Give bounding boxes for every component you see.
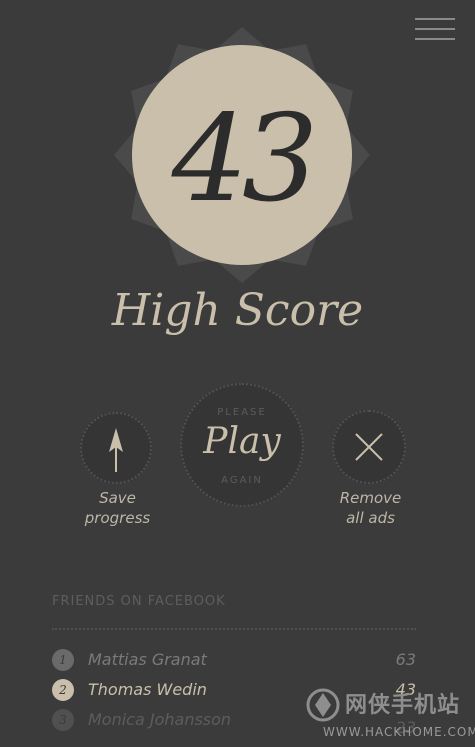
score-badge: 43 bbox=[0, 0, 475, 300]
save-progress-label: Save progress bbox=[60, 488, 175, 528]
friends-section-title: FRIENDS ON FACEBOOK bbox=[52, 594, 226, 609]
high-score-title: High Score bbox=[111, 285, 364, 336]
save-progress-button[interactable] bbox=[80, 412, 152, 484]
watermark: 网侠手机站 WWW.HACKHOME.COM bbox=[305, 685, 475, 747]
arrow-up-icon bbox=[109, 428, 123, 472]
save-label-line1: Save bbox=[99, 489, 136, 507]
remove-label-line1: Remove bbox=[339, 489, 402, 507]
play-again-text: AGAIN bbox=[221, 475, 263, 486]
watermark-logo-icon bbox=[306, 688, 340, 722]
score-value: 43 bbox=[171, 90, 319, 229]
play-please-text: PLEASE bbox=[217, 407, 267, 418]
rank-badge: 1 bbox=[52, 649, 74, 671]
friend-score: 63 bbox=[395, 650, 416, 669]
divider bbox=[52, 628, 416, 630]
friend-name: Thomas Wedin bbox=[88, 680, 207, 699]
play-word: Play bbox=[203, 421, 281, 462]
watermark-url-text: WWW.HACKHOME.COM bbox=[323, 725, 475, 739]
watermark-cn-text: 网侠手机站 bbox=[345, 693, 461, 718]
remove-label-line2: all ads bbox=[346, 509, 395, 527]
remove-ads-label: Remove all ads bbox=[318, 488, 423, 528]
friend-name: Monica Johansson bbox=[88, 710, 232, 729]
save-label-line2: progress bbox=[84, 509, 151, 527]
friend-row[interactable]: 1 Mattias Granat 63 bbox=[52, 646, 416, 672]
close-x-icon bbox=[355, 433, 383, 461]
rank-badge: 3 bbox=[52, 709, 74, 731]
remove-ads-button[interactable] bbox=[332, 410, 406, 484]
rank-badge: 2 bbox=[52, 679, 74, 701]
play-again-button[interactable]: PLEASE Play AGAIN bbox=[180, 383, 304, 507]
friend-name: Mattias Granat bbox=[88, 650, 207, 669]
